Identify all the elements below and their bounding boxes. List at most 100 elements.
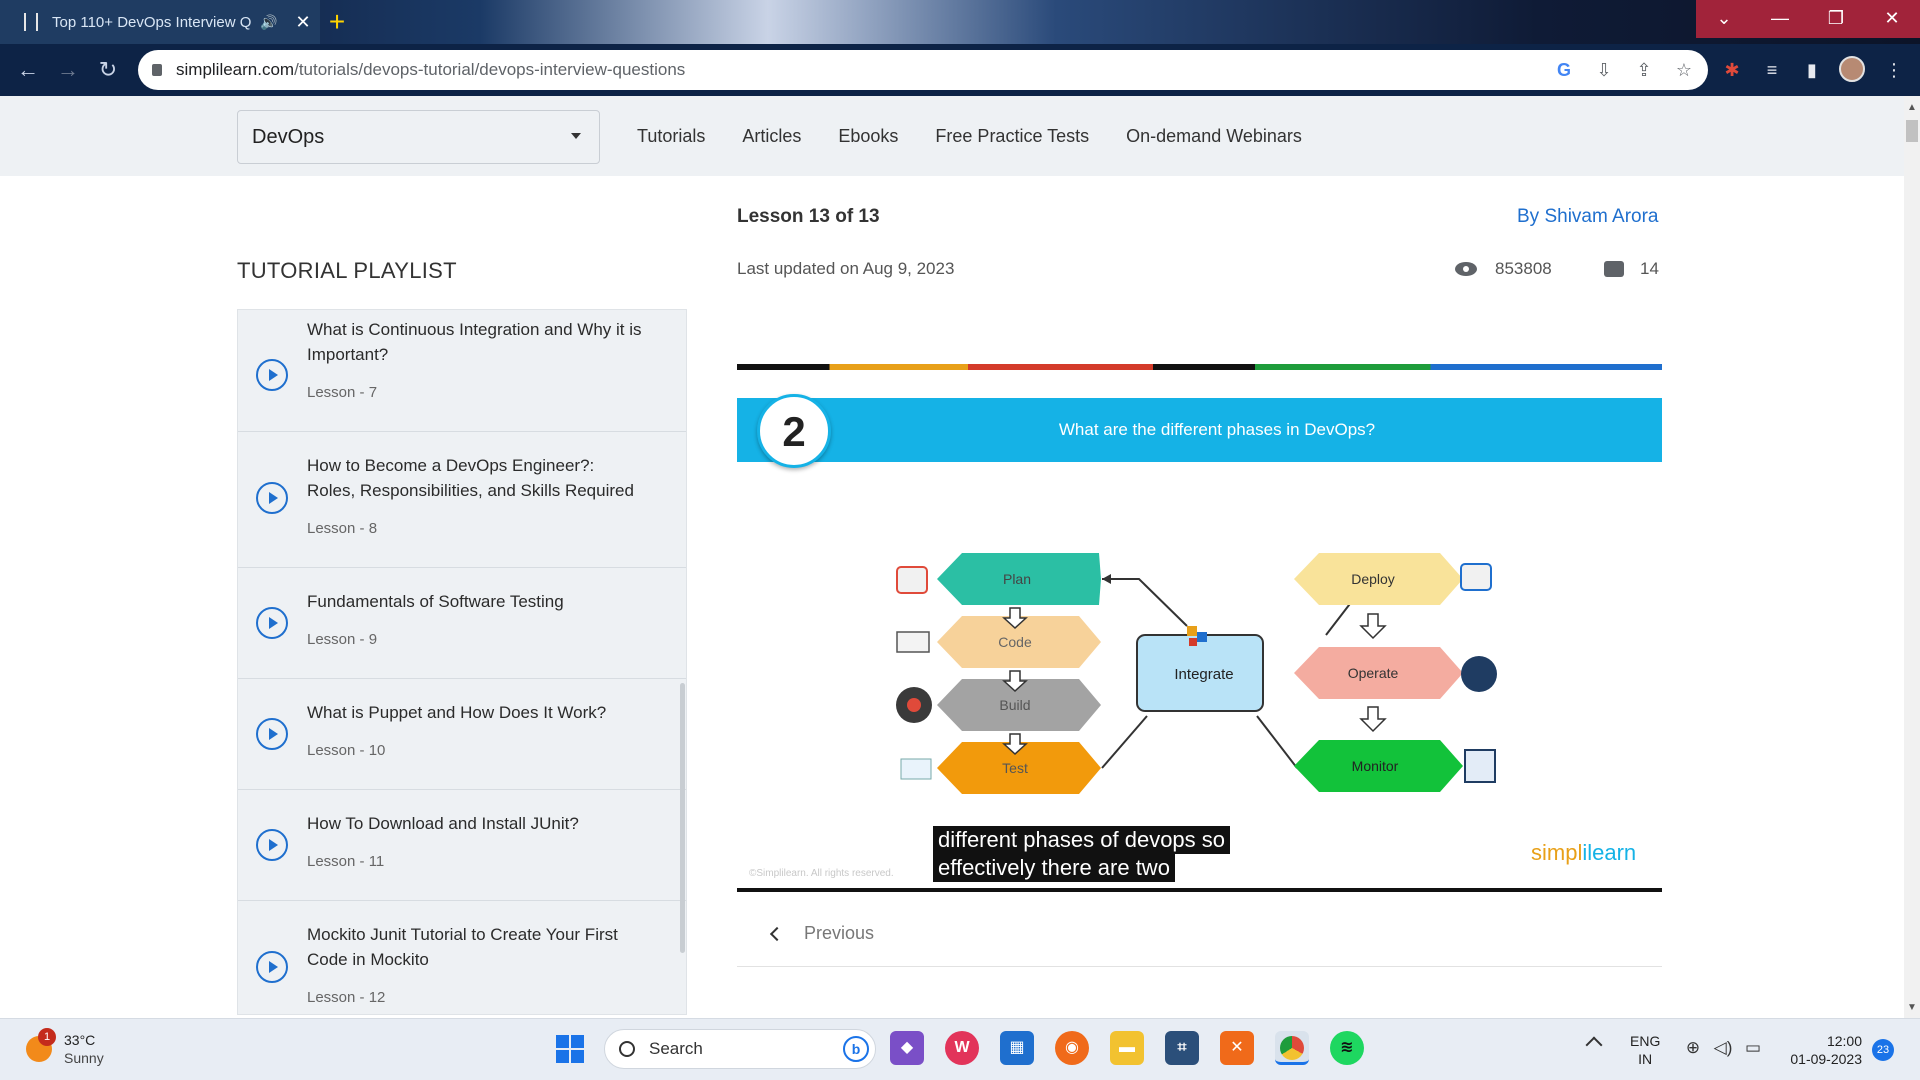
site-subnav: DevOps Tutorials Articles Ebooks Free Pr… [0,96,1904,176]
nav-link-articles[interactable]: Articles [742,126,801,147]
playlist-item[interactable]: How to Become a DevOps Engineer?: Roles,… [238,432,686,568]
nav-link-ebooks[interactable]: Ebooks [838,126,898,147]
windows-start-icon[interactable] [556,1035,584,1063]
monitor-report-icon [1464,749,1496,783]
reading-list-icon[interactable]: ≡ [1758,56,1786,84]
video-player[interactable]: 2 What are the different phases in DevOp… [737,364,1662,892]
search-icon [619,1041,635,1057]
playlist-item-title: What is Continuous Integration and Why i… [307,320,642,364]
side-panel-icon[interactable]: ▮ [1798,56,1826,84]
topic-dropdown[interactable]: DevOps [237,110,600,164]
test-chart-icon [900,758,932,780]
playlist-item-lesson: Lesson - 7 [307,384,378,401]
firefox-icon[interactable]: ◉ [1055,1031,1089,1065]
wps-office-icon[interactable]: W [945,1031,979,1065]
playlist-scrollbar[interactable] [680,683,685,953]
nav-link-webinars[interactable]: On-demand Webinars [1126,126,1302,147]
tab-title: Top 110+ DevOps Interview Questions [52,13,252,31]
caret-down-icon [571,133,581,139]
author-link[interactable]: By Shivam Arora [1517,206,1659,228]
weather-widget[interactable]: 1 33°C Sunny [26,1028,104,1067]
back-icon[interactable]: ← [14,56,42,84]
scroll-down-icon[interactable]: ▼ [1904,1000,1920,1016]
address-bar[interactable]: simplilearn.com/tutorials/devops-tutoria… [138,50,1708,90]
chrome-taskbar-icon[interactable] [1275,1031,1309,1065]
restore-button[interactable]: ❐ [1808,0,1864,38]
share-icon[interactable]: ⇪ [1632,58,1656,82]
network-globe-icon[interactable]: ⊕ [1682,1037,1704,1059]
system-clock[interactable]: 12:00 01-09-2023 [1782,1032,1862,1068]
view-count: 853808 [1455,259,1552,279]
playlist-item-lesson: Lesson - 12 [307,989,386,1006]
bing-icon[interactable]: b [843,1036,869,1062]
weather-badge: 1 [38,1028,56,1046]
playlist-item-lesson: Lesson - 9 [307,631,378,648]
phase-operate-label: Operate [1348,665,1399,681]
speaker-icon[interactable]: 🔊 [260,14,277,31]
file-explorer-icon[interactable]: ▬ [1110,1031,1144,1065]
battery-icon[interactable]: ▭ [1742,1037,1764,1059]
lang-secondary: IN [1638,1051,1653,1067]
chevron-up-icon[interactable] [1585,1036,1603,1054]
sun-icon: 1 [26,1028,56,1062]
nav-link-tutorials[interactable]: Tutorials [637,126,705,147]
language-indicator[interactable]: ENG IN [1630,1032,1660,1068]
page-scrollbar-thumb[interactable] [1906,120,1918,142]
google-lens-icon[interactable]: G [1552,58,1576,82]
video-progress-bar[interactable] [737,888,1662,892]
notification-badge[interactable]: 23 [1872,1039,1894,1061]
xampp-icon[interactable]: ✕ [1220,1031,1254,1065]
playlist-item-title: How to Become a DevOps Engineer?: Roles,… [307,456,634,500]
new-tab-button[interactable]: + [322,8,352,38]
playlist-item[interactable]: What is Puppet and How Does It Work? Les… [238,679,686,790]
bookmark-star-icon[interactable]: ☆ [1672,58,1696,82]
phase-code-label: Code [998,634,1032,650]
clock-date: 01-09-2023 [1790,1051,1862,1067]
lock-icon[interactable] [152,64,162,76]
menu-kebab-icon[interactable]: ⋮ [1880,56,1908,84]
phase-deploy-label: Deploy [1351,571,1395,587]
playlist-item[interactable]: How To Download and Install JUnit? Lesso… [238,790,686,901]
remote-desktop-icon[interactable]: ⌗ [1165,1031,1199,1065]
previous-button[interactable]: Previous [769,923,874,944]
tab-search-icon[interactable]: ⌄ [1696,0,1752,38]
url-host: simplilearn.com [176,60,295,79]
reload-icon[interactable]: ↻ [94,56,122,84]
url-text: simplilearn.com/tutorials/devops-tutoria… [176,60,685,80]
lang-primary: ENG [1630,1033,1661,1049]
visual-studio-icon[interactable]: ◆ [890,1031,924,1065]
minimize-button[interactable]: — [1752,0,1808,38]
browser-tab-strip: Top 110+ DevOps Interview Questions 🔊 ✕ … [0,0,1920,44]
phase-integrate-label: Integrate [1174,666,1233,683]
playlist-item[interactable]: Fundamentals of Software Testing Lesson … [238,568,686,679]
nav-link-practice-tests[interactable]: Free Practice Tests [935,126,1089,147]
playlist-item-title: How To Download and Install JUnit? [307,814,579,833]
playlist-item-lesson: Lesson - 8 [307,520,378,537]
url-path: /tutorials/devops-tutorial/devops-interv… [294,60,686,79]
phase-monitor-label: Monitor [1352,758,1399,774]
close-window-button[interactable]: ✕ [1864,0,1920,38]
playlist-item[interactable]: Mockito Junit Tutorial to Create Your Fi… [238,901,686,1014]
extensions-icon[interactable]: ✱ [1718,56,1746,84]
tab-close-icon[interactable]: ✕ [295,12,310,33]
taskbar-search[interactable]: Search b [604,1029,876,1069]
playlist-item-title: Mockito Junit Tutorial to Create Your Fi… [307,925,618,969]
deploy-window-icon [1460,563,1492,591]
browser-tab[interactable]: Top 110+ DevOps Interview Questions 🔊 ✕ [0,0,320,44]
forward-icon[interactable]: → [54,56,82,84]
comment-count[interactable]: 14 [1604,259,1659,279]
topic-dropdown-value: DevOps [252,125,325,148]
playlist-item-lesson: Lesson - 10 [307,742,386,759]
playlist-item[interactable]: What is Continuous Integration and Why i… [238,310,686,432]
playlist-item-title: What is Puppet and How Does It Work? [307,703,607,722]
subtitle-line-2: effectively there are two [933,854,1175,882]
page-scrollbar[interactable] [1904,96,1920,1018]
favicon-icon [24,13,38,31]
spotify-icon[interactable]: ≋ [1330,1031,1364,1065]
volume-icon[interactable]: ◁) [1712,1037,1734,1059]
scroll-up-icon[interactable]: ▲ [1904,100,1920,116]
microsoft-store-icon[interactable]: ▦ [1000,1031,1034,1065]
profile-avatar[interactable] [1838,56,1866,84]
install-app-icon[interactable]: ⇩ [1592,58,1616,82]
playlist-title: TUTORIAL PLAYLIST [237,258,457,283]
